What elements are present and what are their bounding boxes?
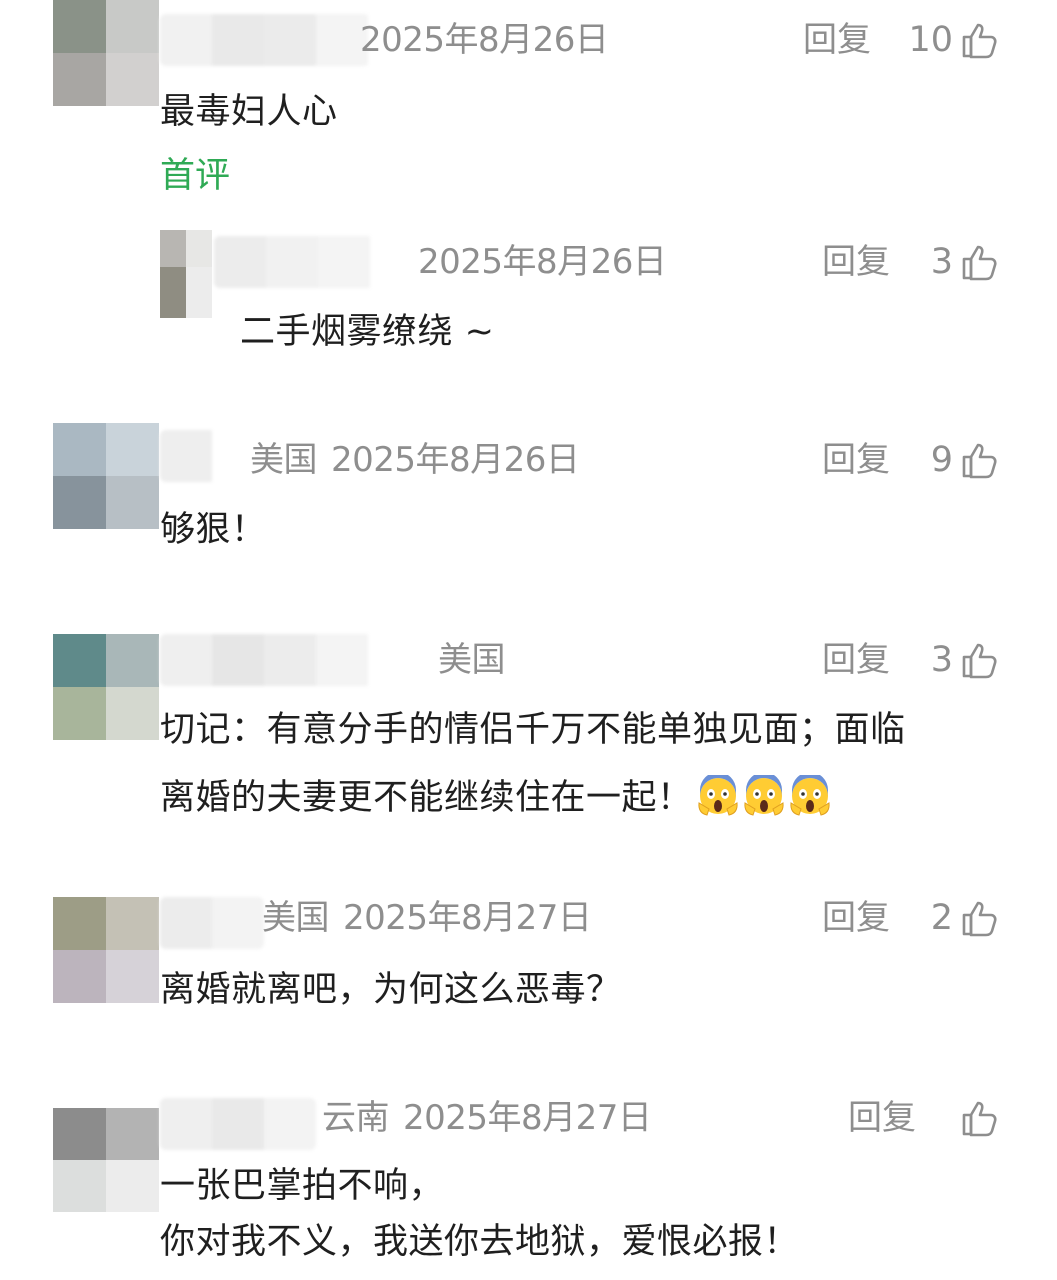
comment-date: 2025年8月26日 (331, 440, 580, 480)
reply-button[interactable]: 回复 (822, 640, 890, 680)
comment-text: 一张巴掌拍不响， 你对我不义，我送你去地狱，爱恨必报！ (160, 1158, 799, 1270)
comment-location: 美国 (438, 640, 506, 680)
comment-meta: 美国 2025年8月26日 (250, 440, 580, 480)
comment-text-line: 切记：有意分手的情侣千万不能单独见面；面临 (160, 710, 906, 750)
comment-text: 切记：有意分手的情侣千万不能单独见面；面临 离婚的夫妻更不能继续住在一起！ (160, 696, 906, 832)
like-count: 3 (930, 242, 953, 282)
comment-location: 云南 (322, 1098, 390, 1138)
comment-date: 2025年8月27日 (403, 1098, 652, 1138)
comment-text-line: 你对我不义，我送你去地狱，爱恨必报！ (160, 1222, 800, 1262)
comment-text: 二手烟雾缭绕 ~ (240, 312, 495, 352)
thumbs-up-icon (959, 440, 999, 480)
comment-text: 够狠！ (160, 510, 267, 550)
like-button[interactable]: 3 (931, 640, 999, 680)
comment-text-line: 离婚的夫妻更不能继续住在一起！ (160, 764, 906, 832)
comment-location: 美国 (250, 440, 318, 480)
reply-button[interactable]: 回复 (848, 1098, 916, 1138)
username-blurred[interactable] (160, 14, 370, 66)
comment-text-line: 一张巴掌拍不响， (160, 1166, 445, 1206)
avatar[interactable] (53, 634, 159, 740)
comment-text: 离婚就离吧，为何这么恶毒？ (160, 970, 622, 1010)
thumbs-up-icon (959, 20, 999, 60)
comment-text: 最毒妇人心 (160, 92, 338, 132)
username-blurred[interactable] (160, 1098, 316, 1150)
reply-button[interactable]: 回复 (803, 20, 871, 60)
thumbs-up-icon (959, 898, 999, 938)
comment-date: 2025年8月26日 (360, 20, 609, 60)
screaming-face-emoji-icon (789, 775, 831, 817)
screaming-face-emoji-icon (697, 775, 739, 817)
comment-meta: 云南 2025年8月27日 (322, 1098, 652, 1138)
reply-button[interactable]: 回复 (822, 242, 890, 282)
comment-meta: 美国 2025年8月27日 (262, 898, 592, 938)
like-button[interactable]: 2 (931, 898, 999, 938)
thumbs-up-icon (959, 242, 999, 282)
comment-location: 美国 (262, 898, 330, 938)
first-comment-badge: 首评 (160, 156, 231, 196)
thumbs-up-icon (959, 1098, 999, 1138)
screaming-face-emoji-icon (743, 775, 785, 817)
reply-button[interactable]: 回复 (822, 898, 890, 938)
like-button[interactable]: 10 (908, 20, 999, 60)
avatar[interactable] (53, 0, 159, 106)
username-blurred[interactable] (214, 236, 384, 288)
avatar[interactable] (160, 230, 212, 318)
username-blurred[interactable] (160, 634, 390, 686)
like-count: 3 (930, 640, 953, 680)
comment-date: 2025年8月26日 (418, 242, 667, 282)
username-blurred[interactable] (160, 897, 264, 949)
avatar[interactable] (53, 897, 159, 1003)
like-button[interactable]: 9 (931, 440, 999, 480)
thumbs-up-icon (959, 640, 999, 680)
like-count: 10 (908, 20, 953, 60)
like-count: 9 (930, 440, 953, 480)
like-button[interactable] (953, 1098, 999, 1138)
like-count: 2 (930, 898, 953, 938)
reply-button[interactable]: 回复 (822, 440, 890, 480)
like-button[interactable]: 3 (931, 242, 999, 282)
avatar[interactable] (53, 423, 159, 529)
comment-date: 2025年8月27日 (343, 898, 592, 938)
username-blurred[interactable] (160, 430, 232, 482)
avatar[interactable] (53, 1108, 159, 1212)
